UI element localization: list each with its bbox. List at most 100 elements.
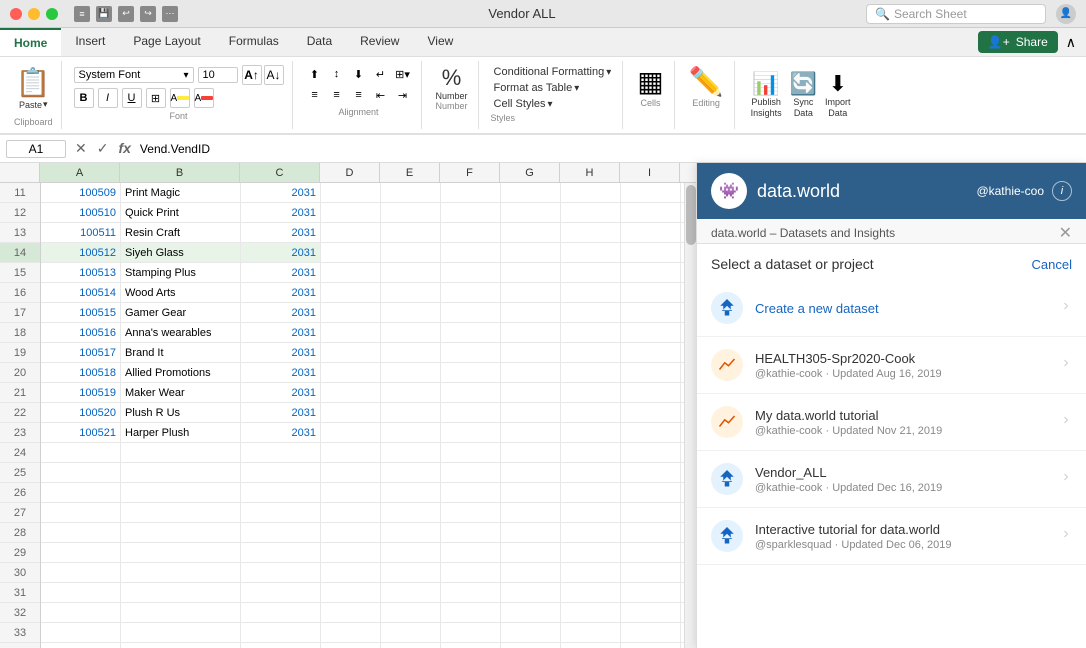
cell-d[interactable]	[321, 643, 381, 648]
cell-f[interactable]	[441, 343, 501, 362]
cell-i[interactable]	[621, 643, 681, 648]
col-header-d[interactable]: D	[320, 163, 380, 182]
cell-num[interactable]	[241, 443, 321, 462]
cell-e[interactable]	[381, 383, 441, 402]
cell-d[interactable]	[321, 543, 381, 562]
cell-name[interactable]	[121, 603, 241, 622]
cell-i[interactable]	[621, 323, 681, 342]
cell-i[interactable]	[621, 443, 681, 462]
cell-id[interactable]: 100513	[41, 263, 121, 282]
cell-num[interactable]: 2031	[241, 363, 321, 382]
cell-f[interactable]	[441, 263, 501, 282]
cell-num[interactable]	[241, 563, 321, 582]
tab-home[interactable]: Home	[0, 28, 61, 56]
cell-i[interactable]	[621, 623, 681, 642]
row-number[interactable]: 23	[0, 423, 40, 443]
cell-name[interactable]: Print Magic	[121, 183, 241, 202]
cell-h[interactable]	[561, 363, 621, 382]
cell-g[interactable]	[501, 463, 561, 482]
row-number[interactable]: 13	[0, 223, 40, 243]
cell-d[interactable]	[321, 503, 381, 522]
cell-num[interactable]: 2031	[241, 203, 321, 222]
paste-button[interactable]: 📋 Paste▾	[16, 61, 51, 115]
cell-h[interactable]	[561, 443, 621, 462]
row-number[interactable]: 18	[0, 323, 40, 343]
cell-name[interactable]	[121, 443, 241, 462]
cell-id[interactable]: 100512	[41, 243, 121, 262]
row-number[interactable]: 16	[0, 283, 40, 303]
cell-g[interactable]	[501, 303, 561, 322]
cell-f[interactable]	[441, 323, 501, 342]
cell-h[interactable]	[561, 383, 621, 402]
cell-i[interactable]	[621, 223, 681, 242]
cell-d[interactable]	[321, 383, 381, 402]
fill-color-button[interactable]: A	[170, 88, 190, 108]
row-number[interactable]: 17	[0, 303, 40, 323]
sidebar-item-vendorAll[interactable]: Vendor_ALL@kathie-cook · Updated Dec 16,…	[697, 451, 1086, 508]
row-number[interactable]: 30	[0, 563, 40, 583]
font-color-button[interactable]: A	[194, 88, 214, 108]
cell-name[interactable]: Quick Print	[121, 203, 241, 222]
cell-i[interactable]	[621, 483, 681, 502]
cell-d[interactable]	[321, 243, 381, 262]
cell-reference[interactable]: A1	[6, 140, 66, 158]
cell-e[interactable]	[381, 323, 441, 342]
cell-num[interactable]: 2031	[241, 323, 321, 342]
cell-id[interactable]: 100511	[41, 223, 121, 242]
row-number[interactable]: 11	[0, 183, 40, 203]
row-number[interactable]: 28	[0, 523, 40, 543]
cell-g[interactable]	[501, 623, 561, 642]
row-number[interactable]: 15	[0, 263, 40, 283]
cell-num[interactable]: 2031	[241, 283, 321, 302]
cell-name[interactable]: Harper Plush	[121, 423, 241, 442]
row-number[interactable]: 14	[0, 243, 40, 263]
cell-e[interactable]	[381, 463, 441, 482]
cell-d[interactable]	[321, 343, 381, 362]
cell-f[interactable]	[441, 203, 501, 222]
cell-e[interactable]	[381, 263, 441, 282]
sidebar-cancel-button[interactable]: Cancel	[1032, 257, 1072, 272]
cell-e[interactable]	[381, 483, 441, 502]
cell-g[interactable]	[501, 563, 561, 582]
cell-f[interactable]	[441, 503, 501, 522]
cell-e[interactable]	[381, 643, 441, 648]
cell-f[interactable]	[441, 483, 501, 502]
cell-f[interactable]	[441, 283, 501, 302]
cell-name[interactable]: Siyeh Glass	[121, 243, 241, 262]
cell-id[interactable]: 100517	[41, 343, 121, 362]
minimize-button[interactable]	[28, 8, 40, 20]
merge-button[interactable]: ⊞▾	[393, 65, 413, 83]
wrap-text-button[interactable]: ↵	[371, 65, 391, 83]
cell-i[interactable]	[621, 603, 681, 622]
cell-id[interactable]	[41, 523, 121, 542]
vertical-scrollbar[interactable]	[684, 183, 696, 648]
cell-num[interactable]	[241, 643, 321, 648]
row-number[interactable]: 12	[0, 203, 40, 223]
cell-name[interactable]: Anna's wearables	[121, 323, 241, 342]
cell-e[interactable]	[381, 363, 441, 382]
col-header-i[interactable]: I	[620, 163, 680, 182]
cell-name[interactable]: Gamer Gear	[121, 303, 241, 322]
cell-f[interactable]	[441, 403, 501, 422]
cell-h[interactable]	[561, 243, 621, 262]
row-number[interactable]: 24	[0, 443, 40, 463]
cell-id[interactable]: 100520	[41, 403, 121, 422]
cell-e[interactable]	[381, 543, 441, 562]
cell-id[interactable]	[41, 623, 121, 642]
cell-h[interactable]	[561, 463, 621, 482]
cell-name[interactable]	[121, 563, 241, 582]
align-bottom-button[interactable]: ⬇	[349, 65, 369, 83]
row-number[interactable]: 27	[0, 503, 40, 523]
cell-h[interactable]	[561, 503, 621, 522]
cell-e[interactable]	[381, 183, 441, 202]
row-number[interactable]: 20	[0, 363, 40, 383]
cell-name[interactable]: Resin Craft	[121, 223, 241, 242]
maximize-button[interactable]	[46, 8, 58, 20]
cell-h[interactable]	[561, 343, 621, 362]
cell-i[interactable]	[621, 303, 681, 322]
col-header-h[interactable]: H	[560, 163, 620, 182]
cell-h[interactable]	[561, 603, 621, 622]
cell-g[interactable]	[501, 383, 561, 402]
row-number[interactable]: 25	[0, 463, 40, 483]
cell-g[interactable]	[501, 583, 561, 602]
